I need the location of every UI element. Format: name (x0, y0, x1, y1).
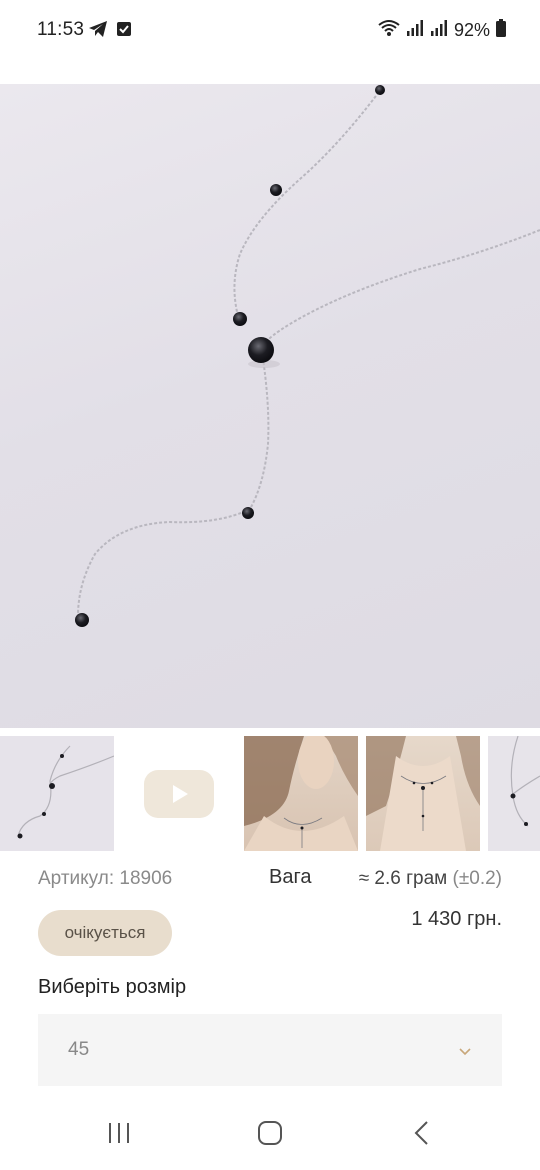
model-photo-thumbnail (244, 736, 358, 851)
thumbnail-strip (0, 736, 540, 851)
article-number: Артикул: 18906 (38, 868, 173, 889)
telegram-icon (88, 20, 108, 43)
checkbox-notification-icon (116, 21, 132, 42)
battery-text: 92% (453, 20, 490, 40)
video-thumbnail[interactable] (122, 736, 236, 851)
size-select[interactable]: 45 (38, 1014, 502, 1086)
back-button[interactable] (410, 1120, 436, 1151)
system-nav-bar (0, 1100, 540, 1170)
status-time: 11:53 (37, 19, 85, 40)
thumbnail-5[interactable] (488, 736, 540, 851)
model-closeup-thumbnail (366, 736, 480, 851)
status-bar: 11:53 92% (0, 0, 540, 64)
status-badge: очікується (38, 910, 172, 956)
weight-amount: ≈ 2.6 грам (358, 868, 448, 889)
product-price: 1 430 грн. (411, 908, 502, 930)
necklace-thumbnail (17, 745, 114, 839)
necklace-product-photo (75, 85, 540, 627)
size-section-title: Виберіть розмір (38, 976, 187, 998)
signal-icon (430, 19, 448, 42)
weight-value: ≈ 2.6 грам (±0.2) (359, 868, 502, 890)
product-main-image[interactable] (0, 84, 540, 728)
play-video-icon (144, 769, 214, 818)
signal-icon (406, 19, 424, 42)
chevron-down-icon (458, 1044, 472, 1062)
thumbnail-3[interactable] (244, 736, 358, 851)
weight-tolerance: (±0.2) (452, 868, 503, 889)
thumbnail-1[interactable] (0, 736, 114, 851)
necklace-thumbnail (510, 736, 540, 827)
weight-label: Вага (269, 866, 312, 888)
battery-icon (496, 19, 506, 42)
home-button[interactable] (256, 1120, 284, 1151)
recent-apps-button[interactable] (106, 1120, 132, 1151)
size-selected-value: 45 (68, 1039, 90, 1060)
thumbnail-4[interactable] (366, 736, 480, 851)
wifi-icon (378, 19, 400, 42)
